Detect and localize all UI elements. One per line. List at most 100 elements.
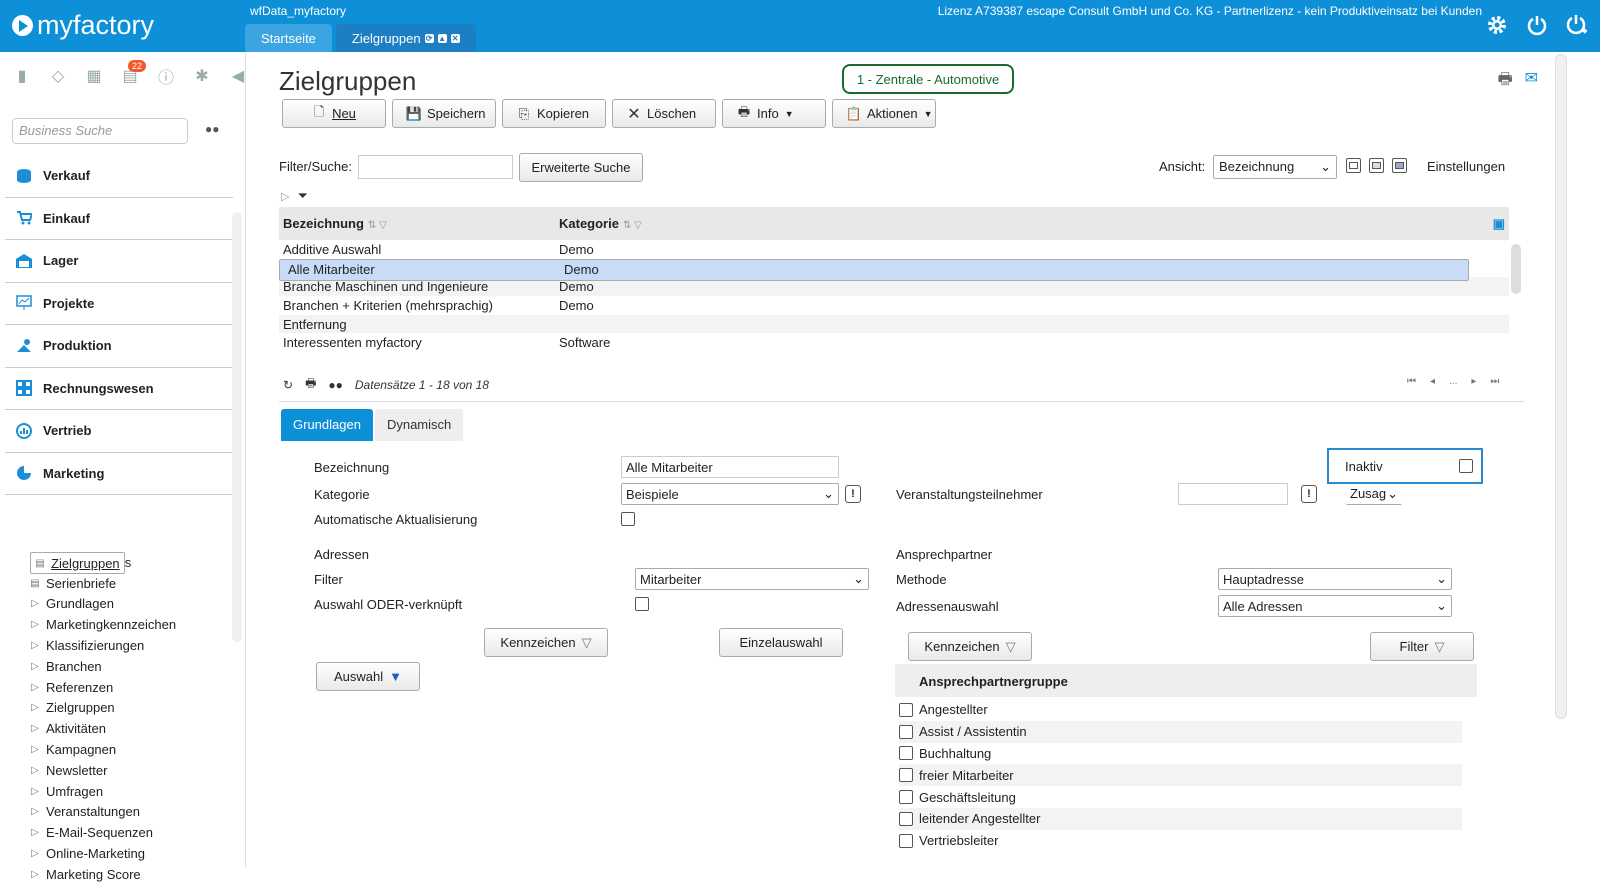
kategorie-warning-icon[interactable]: ! bbox=[845, 485, 861, 503]
power-icon[interactable] bbox=[1524, 12, 1550, 38]
veranstaltung-warning-icon[interactable]: ! bbox=[1301, 485, 1317, 503]
filter-ansp-button[interactable]: Filter ▽ bbox=[1370, 632, 1474, 661]
first-page-icon[interactable]: ⏮ bbox=[1407, 376, 1416, 387]
delete-button[interactable]: ✕ Löschen bbox=[612, 99, 716, 128]
tree-item[interactable]: ▷ E-Mail-Sequenzen bbox=[30, 822, 230, 843]
adressenauswahl-select[interactable]: Alle Adressen ⌄ bbox=[1218, 595, 1452, 617]
module-vertrieb[interactable]: Vertrieb bbox=[5, 410, 233, 453]
view-split-icon[interactable] bbox=[1369, 158, 1384, 173]
bezeichnung-input[interactable]: Alle Mitarbeiter bbox=[621, 456, 839, 478]
new-button[interactable]: 🗋 Neu bbox=[282, 99, 386, 128]
mail-icon[interactable]: ✉ bbox=[1525, 68, 1538, 95]
view-select[interactable]: Bezeichnung ⌄ bbox=[1213, 155, 1337, 179]
list-item[interactable]: freier Mitarbeiter bbox=[899, 764, 1462, 787]
list-item[interactable]: Geschäftsleitung bbox=[899, 786, 1462, 808]
veranstaltung-input[interactable] bbox=[1178, 483, 1288, 505]
tree-item[interactable]: ▷ Marketingkennzeichen bbox=[30, 614, 230, 635]
zusatz-select[interactable]: Zusag ⌄ bbox=[1346, 483, 1402, 505]
sidebar-scrollbar[interactable] bbox=[232, 212, 242, 642]
tree-item[interactable]: ▷ Online-Marketing bbox=[30, 843, 230, 864]
auto-update-checkbox[interactable] bbox=[621, 512, 635, 526]
save-button[interactable]: 💾 Speichern bbox=[392, 99, 496, 128]
filter-input[interactable] bbox=[358, 155, 513, 179]
auswahl-button[interactable]: Auswahl ▼ bbox=[316, 662, 420, 691]
filter-check-icon[interactable]: ⏷ bbox=[297, 188, 307, 204]
tree-item[interactable]: ▤ Serienbriefe bbox=[30, 573, 230, 594]
group-checkbox[interactable] bbox=[899, 724, 913, 739]
last-page-icon[interactable]: ⏭ bbox=[1490, 376, 1499, 387]
module-produktion[interactable]: Produktion bbox=[5, 325, 233, 368]
table-row[interactable]: Branchen + Kriterien (mehrsprachig) Demo bbox=[279, 296, 1509, 315]
business-search-input[interactable]: Business Suche bbox=[12, 118, 188, 144]
tab-startseite[interactable]: Startseite bbox=[245, 24, 332, 52]
tree-item[interactable]: ▷ Kampagnen bbox=[30, 739, 230, 760]
group-checkbox[interactable] bbox=[899, 811, 913, 826]
list-item[interactable]: Vertriebsleiter bbox=[899, 830, 1462, 852]
column-header-bezeichnung[interactable]: Bezeichnung ⇅ ▽ bbox=[279, 216, 559, 231]
oder-checkbox[interactable] bbox=[635, 597, 649, 611]
module-verkauf[interactable]: Verkauf bbox=[5, 155, 233, 198]
module-projekte[interactable]: Projekte bbox=[5, 283, 233, 325]
up-icon[interactable]: ▲ bbox=[437, 33, 447, 43]
prev-page-icon[interactable]: ◂ bbox=[1430, 376, 1435, 387]
branch-badge[interactable]: 1 - Zentrale - Automotive bbox=[842, 64, 1014, 94]
inaktiv-checkbox[interactable] bbox=[1459, 459, 1473, 473]
filter-select[interactable]: Mitarbeiter ⌄ bbox=[635, 568, 869, 590]
search-options-icon[interactable]: ●● bbox=[205, 122, 220, 136]
sort-filter-icon[interactable]: ⇅ ▽ bbox=[623, 220, 642, 231]
expand-icon[interactable]: ▷ bbox=[281, 190, 289, 203]
collapse-icon[interactable]: ◀ bbox=[228, 66, 248, 86]
column-header-kategorie[interactable]: Kategorie ⇅ ▽ bbox=[559, 216, 1459, 231]
module-lager[interactable]: Lager bbox=[5, 240, 233, 283]
print-icon[interactable]: 🖶 bbox=[1498, 68, 1513, 95]
refresh-icon[interactable]: ↻ bbox=[283, 378, 293, 392]
options-icon[interactable]: ●● bbox=[328, 378, 343, 392]
gear-icon[interactable] bbox=[1484, 12, 1510, 38]
view-single-icon[interactable] bbox=[1346, 158, 1361, 173]
list-item[interactable]: Angestellter bbox=[899, 699, 1462, 721]
sort-filter-icon[interactable]: ⇅ ▽ bbox=[368, 220, 387, 231]
tree-item[interactable]: ▷ Aktivitäten bbox=[30, 718, 230, 739]
list-item[interactable]: Buchhaltung bbox=[899, 743, 1462, 765]
tree-item[interactable]: ▷ Zielgruppen bbox=[30, 698, 230, 719]
column-chooser-icon[interactable]: ▣ bbox=[1493, 216, 1505, 232]
tree-item[interactable]: ▤ Zielgruppen bbox=[30, 552, 125, 574]
print-icon[interactable]: 🖶 bbox=[305, 374, 316, 395]
tab-grundlagen[interactable]: Grundlagen bbox=[281, 409, 373, 441]
info-icon[interactable]: ⓘ bbox=[156, 66, 176, 87]
info-button[interactable]: 🖶 Info ▼ bbox=[722, 99, 826, 128]
settings-link[interactable]: Einstellungen bbox=[1427, 159, 1505, 174]
group-checkbox[interactable] bbox=[899, 768, 913, 783]
app-logo[interactable]: myfactory bbox=[12, 10, 154, 41]
table-row[interactable]: Interessenten myfactory Software bbox=[279, 333, 1509, 353]
table-row[interactable]: Alle Mitarbeiter Demo bbox=[279, 258, 1469, 281]
group-checkbox[interactable] bbox=[899, 746, 913, 761]
logout-icon[interactable] bbox=[1564, 12, 1590, 38]
table-row[interactable]: Additive Auswahl Demo bbox=[279, 240, 1509, 259]
page-scrollbar[interactable] bbox=[1555, 54, 1567, 719]
eraser-icon[interactable]: ◇ bbox=[48, 66, 68, 86]
tree-item[interactable]: ▷ Referenzen bbox=[30, 677, 230, 698]
module-marketing[interactable]: Marketing bbox=[5, 453, 233, 495]
view-full-icon[interactable] bbox=[1392, 158, 1407, 173]
tree-item[interactable]: ▷ Newsletter bbox=[30, 760, 230, 781]
group-checkbox[interactable] bbox=[899, 702, 913, 717]
kennzeichen-button[interactable]: Kennzeichen ▽ bbox=[484, 628, 608, 657]
tab-dynamisch[interactable]: Dynamisch bbox=[374, 409, 464, 441]
group-checkbox[interactable] bbox=[899, 790, 913, 805]
tree-item[interactable]: ▷ Grundlagen bbox=[30, 594, 230, 615]
kategorie-select[interactable]: Beispiele ⌄ bbox=[621, 483, 839, 505]
methode-select[interactable]: Hauptadresse ⌄ bbox=[1218, 568, 1452, 590]
asterisk-icon[interactable]: ✱ bbox=[192, 66, 212, 86]
module-rechnungswesen[interactable]: Rechnungswesen bbox=[5, 368, 233, 410]
actions-button[interactable]: 📋 Aktionen ▼ bbox=[832, 99, 936, 128]
filter-tree-toggle[interactable]: ▷ ⏷ bbox=[281, 188, 308, 204]
bottle-icon[interactable]: ▮ bbox=[12, 66, 32, 86]
tree-item[interactable]: ▷ Veranstaltungen bbox=[30, 802, 230, 823]
list-item[interactable]: Assist / Assistentin bbox=[899, 720, 1462, 743]
tab-zielgruppen[interactable]: Zielgruppen ⟳ ▲ ✕ bbox=[335, 24, 476, 52]
module-einkauf[interactable]: Einkauf bbox=[5, 198, 233, 240]
tree-item[interactable]: ▷ Branchen bbox=[30, 656, 230, 677]
tree-item[interactable]: ▷ Marketing Score bbox=[30, 864, 230, 885]
list-item[interactable]: leitender Angestellter bbox=[899, 807, 1462, 830]
